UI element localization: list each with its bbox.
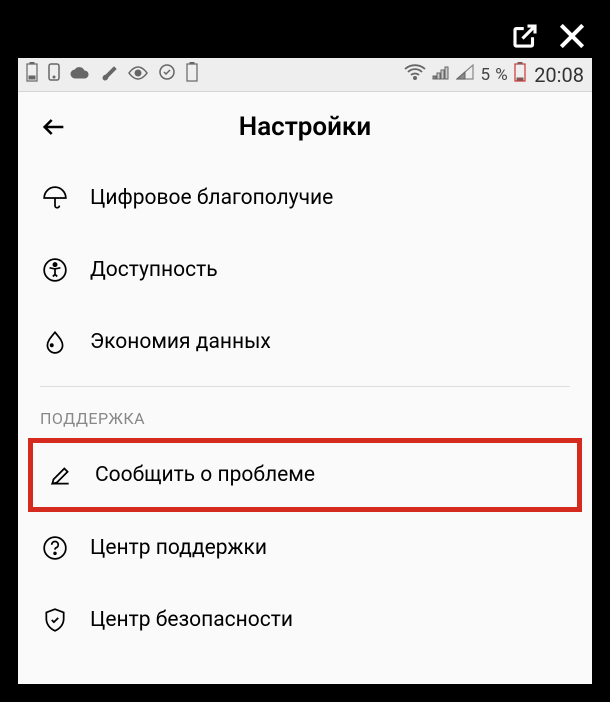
device-frame: 5 % 20:08 Настройки [0, 0, 610, 702]
frame-controls [510, 18, 588, 58]
phone-screen: 5 % 20:08 Настройки [18, 58, 592, 684]
open-external-icon[interactable] [510, 21, 540, 55]
back-button[interactable] [34, 107, 74, 147]
divider [40, 386, 570, 387]
phone-icon [48, 63, 60, 86]
torn-edge [18, 672, 592, 686]
settings-content: Настройки Цифровое благополучие [18, 92, 592, 684]
menu-item-safety-center[interactable]: Центр безопасности [18, 584, 592, 656]
menu-item-report-problem[interactable]: Сообщить о проблеме [33, 443, 577, 507]
signal-icon-1 [432, 64, 450, 85]
status-bar: 5 % 20:08 [18, 58, 592, 92]
battery-percent: 5 % [480, 65, 508, 85]
menu-item-wellbeing[interactable]: Цифровое благополучие [18, 162, 592, 234]
accessibility-icon [40, 255, 70, 285]
cloud-icon [70, 65, 90, 85]
menu-item-help-center[interactable]: Центр поддержки [18, 512, 592, 584]
clock: 20:08 [534, 63, 584, 87]
brush-icon [100, 63, 118, 86]
edit-icon [45, 460, 75, 490]
section-header-support: ПОДДЕРЖКА [18, 395, 592, 438]
highlight-frame: Сообщить о проблеме [28, 438, 582, 512]
shield-icon [40, 605, 70, 635]
drop-icon [40, 327, 70, 357]
eye-icon [128, 65, 148, 85]
menu-item-data-saver[interactable]: Экономия данных [18, 306, 592, 378]
signal-icon-2 [456, 64, 474, 85]
menu-label: Центр поддержки [90, 536, 267, 560]
close-icon[interactable] [556, 20, 588, 56]
page-title: Настройки [239, 112, 371, 142]
battery-status-icon [514, 62, 526, 87]
battery-icon-2 [186, 62, 198, 87]
menu-label: Цифровое благополучие [90, 186, 333, 210]
menu-label: Сообщить о проблеме [95, 463, 315, 487]
wifi-icon [404, 64, 426, 85]
umbrella-icon [40, 183, 70, 213]
help-icon [40, 533, 70, 563]
sync-icon [158, 63, 176, 86]
menu-label: Доступность [90, 258, 218, 282]
header: Настройки [18, 92, 592, 162]
menu-label: Экономия данных [90, 330, 271, 354]
menu-label: Центр безопасности [90, 608, 293, 632]
menu-item-accessibility[interactable]: Доступность [18, 234, 592, 306]
battery-low-icon [26, 62, 38, 87]
